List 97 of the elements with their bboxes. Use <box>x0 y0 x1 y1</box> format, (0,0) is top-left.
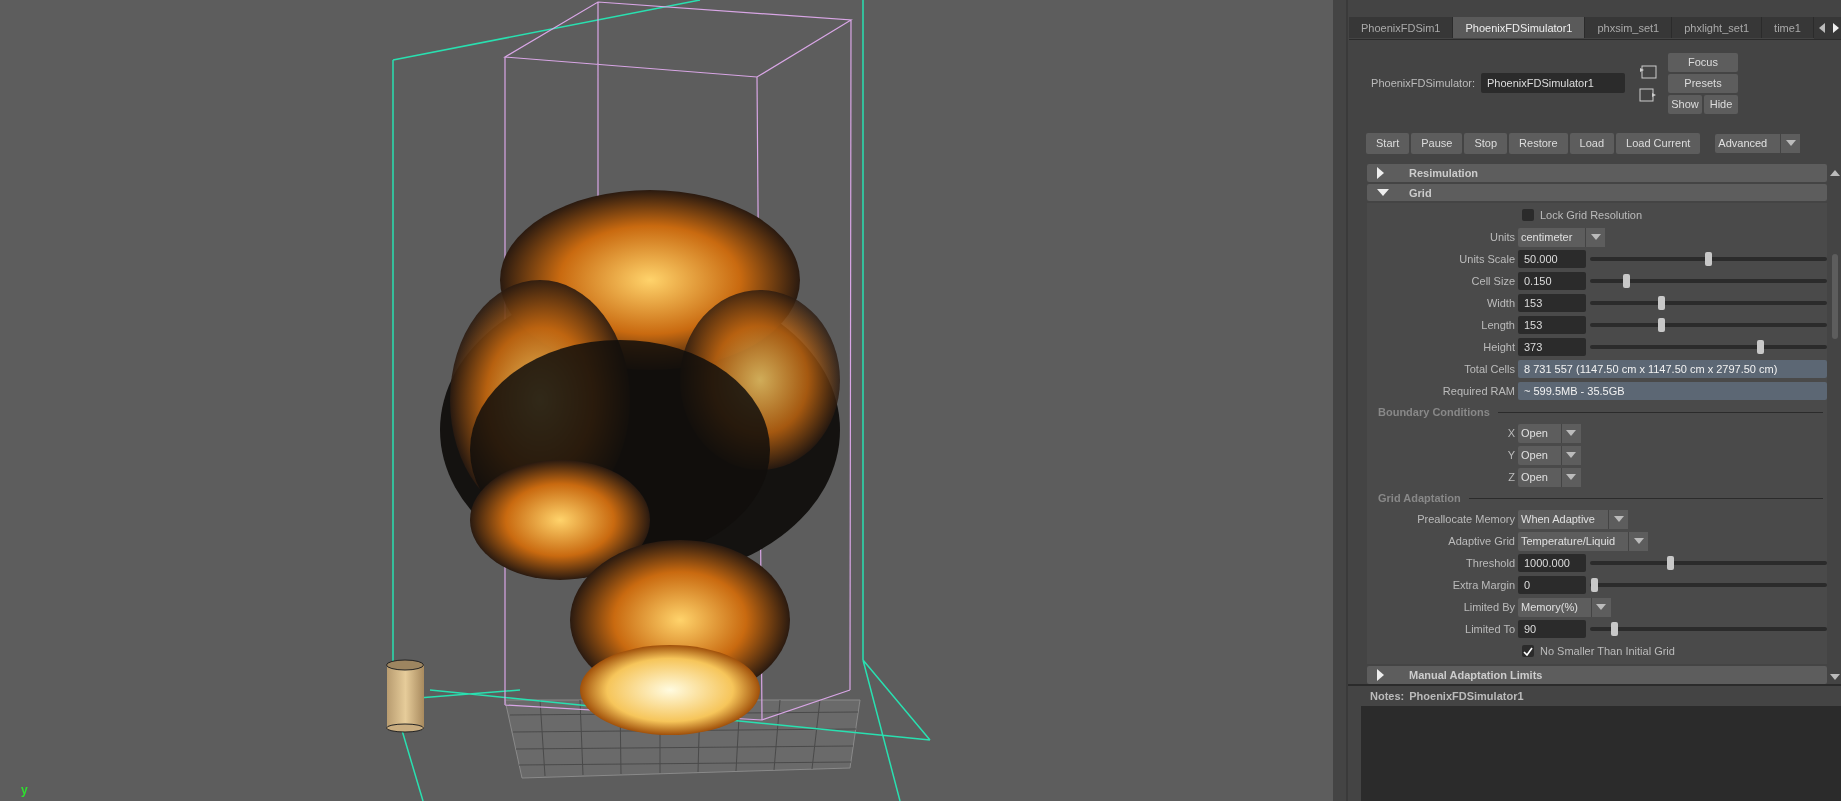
dropdown[interactable]: Open <box>1518 467 1581 487</box>
readout-field: 8 731 557 (1147.50 cm x 1147.50 cm x 2797.50 cm) <box>1518 360 1827 379</box>
node-label: PhoenixFDSimulator: <box>1370 77 1475 89</box>
slider[interactable] <box>1590 318 1827 333</box>
tab[interactable]: PhoenixFDSimulator1 <box>1453 17 1586 38</box>
3d-viewport[interactable]: y <box>0 0 1333 801</box>
dropdown-arrow-icon <box>1566 474 1577 481</box>
check-icon <box>1523 646 1533 656</box>
scroll-right-icon[interactable] <box>1832 23 1840 33</box>
field-label: X <box>1506 427 1516 440</box>
slider[interactable] <box>1590 622 1827 637</box>
section-header[interactable]: Manual Adaptation Limits <box>1367 666 1827 684</box>
section-header[interactable]: Resimulation <box>1367 164 1827 182</box>
dropdown[interactable]: Open <box>1518 445 1581 465</box>
slider-thumb[interactable] <box>1622 274 1630 289</box>
checkbox[interactable] <box>1522 645 1534 658</box>
slider-thumb[interactable] <box>1658 296 1666 311</box>
mode-dropdown[interactable]: Advanced <box>1715 133 1801 153</box>
slider[interactable] <box>1590 274 1827 289</box>
number-field[interactable]: 0.150 <box>1518 272 1586 291</box>
collapse-arrow-icon <box>1377 188 1389 197</box>
number-field[interactable]: 0 <box>1518 576 1586 595</box>
dropdown-arrow-icon <box>1590 234 1601 241</box>
checkbox-label: No Smaller Than Initial Grid <box>1540 645 1675 658</box>
slider-thumb[interactable] <box>1666 556 1674 571</box>
dropdown-arrow-icon <box>1785 140 1796 146</box>
dropdown-arrow-icon <box>1566 430 1577 437</box>
dropdown[interactable]: centimeter <box>1518 227 1606 247</box>
field-label: Width <box>1485 297 1516 310</box>
slider[interactable] <box>1590 556 1827 571</box>
scroll-down-icon[interactable] <box>1830 674 1840 680</box>
input-connection-icon[interactable] <box>1639 64 1657 80</box>
dropdown-arrow-icon <box>1633 538 1644 545</box>
field-label: Z <box>1507 471 1516 484</box>
field-label: Units <box>1488 231 1516 244</box>
simulation-button[interactable]: Start <box>1366 132 1410 154</box>
slider[interactable] <box>1590 252 1827 267</box>
node-button[interactable]: Presets <box>1668 73 1738 93</box>
view-button[interactable]: Show <box>1668 94 1702 114</box>
simulation-button[interactable]: Pause <box>1411 132 1463 154</box>
field-label: Threshold <box>1465 557 1516 570</box>
dropdown[interactable]: Open <box>1518 423 1581 443</box>
tab[interactable]: phxlight_set1 <box>1672 17 1763 38</box>
field-label: Adaptive Grid <box>1447 535 1516 548</box>
checkbox[interactable] <box>1522 209 1534 222</box>
field-label: Length <box>1480 319 1516 332</box>
field-label: Preallocate Memory <box>1416 513 1516 526</box>
group-heading: Grid Adaptation <box>1378 492 1461 505</box>
view-button[interactable]: Hide <box>1704 94 1738 114</box>
simulation-button[interactable]: Restore <box>1509 132 1568 154</box>
notes-node-name: PhoenixFDSimulator1 <box>1409 690 1524 702</box>
field-label: Limited By <box>1462 601 1516 614</box>
field-label: Required RAM <box>1441 385 1516 398</box>
field-label: Extra Margin <box>1451 579 1516 592</box>
number-field[interactable]: 373 <box>1518 338 1586 357</box>
dropdown[interactable]: Memory(%) <box>1518 597 1611 617</box>
output-connection-icon[interactable] <box>1639 86 1657 102</box>
slider-thumb[interactable] <box>1611 622 1619 637</box>
group-heading: Boundary Conditions <box>1378 406 1490 419</box>
number-field[interactable]: 50.000 <box>1518 250 1586 269</box>
field-label: Limited To <box>1464 623 1516 636</box>
slider-thumb[interactable] <box>1704 252 1712 267</box>
tab[interactable]: phxsim_set1 <box>1585 17 1673 38</box>
field-label: Height <box>1482 341 1516 354</box>
tab[interactable]: time1 <box>1762 17 1814 38</box>
dropdown[interactable]: Temperature/Liquid <box>1518 531 1649 551</box>
simulation-button[interactable]: Load Current <box>1616 132 1701 154</box>
dropdown[interactable]: When Adaptive <box>1518 509 1628 529</box>
field-label: Cell Size <box>1470 275 1516 288</box>
scroll-left-icon[interactable] <box>1818 23 1826 33</box>
checkbox-label: Lock Grid Resolution <box>1540 209 1643 222</box>
slider[interactable] <box>1590 578 1827 593</box>
number-field[interactable]: 153 <box>1518 316 1586 335</box>
field-label: Y <box>1506 449 1516 462</box>
slider-thumb[interactable] <box>1658 318 1666 333</box>
section-header[interactable]: Grid <box>1367 183 1827 202</box>
field-label: Units Scale <box>1458 253 1516 266</box>
field-label: Total Cells <box>1463 363 1516 376</box>
simulation-button[interactable]: Stop <box>1464 132 1508 154</box>
dropdown-arrow-icon <box>1613 516 1624 523</box>
slider-thumb[interactable] <box>1590 578 1598 593</box>
simulation-button[interactable]: Load <box>1569 132 1615 154</box>
axis-label: y <box>21 783 28 797</box>
node-button[interactable]: Focus <box>1668 52 1738 72</box>
number-field[interactable]: 153 <box>1518 294 1586 313</box>
slider[interactable] <box>1590 340 1827 355</box>
dropdown-arrow-icon <box>1596 604 1607 611</box>
notes-label: Notes: <box>1370 690 1405 702</box>
number-field[interactable]: 1000.000 <box>1518 554 1586 573</box>
number-field[interactable]: 90 <box>1518 620 1586 639</box>
readout-field: ~ 599.5MB - 35.5GB <box>1518 382 1827 401</box>
slider[interactable] <box>1590 296 1827 311</box>
scroll-up-icon[interactable] <box>1830 170 1840 176</box>
dropdown-arrow-icon <box>1566 452 1577 459</box>
slider-thumb[interactable] <box>1756 340 1764 355</box>
tab[interactable]: PhoenixFDSim1 <box>1349 17 1454 38</box>
node-name-field[interactable]: PhoenixFDSimulator1 <box>1481 73 1625 93</box>
